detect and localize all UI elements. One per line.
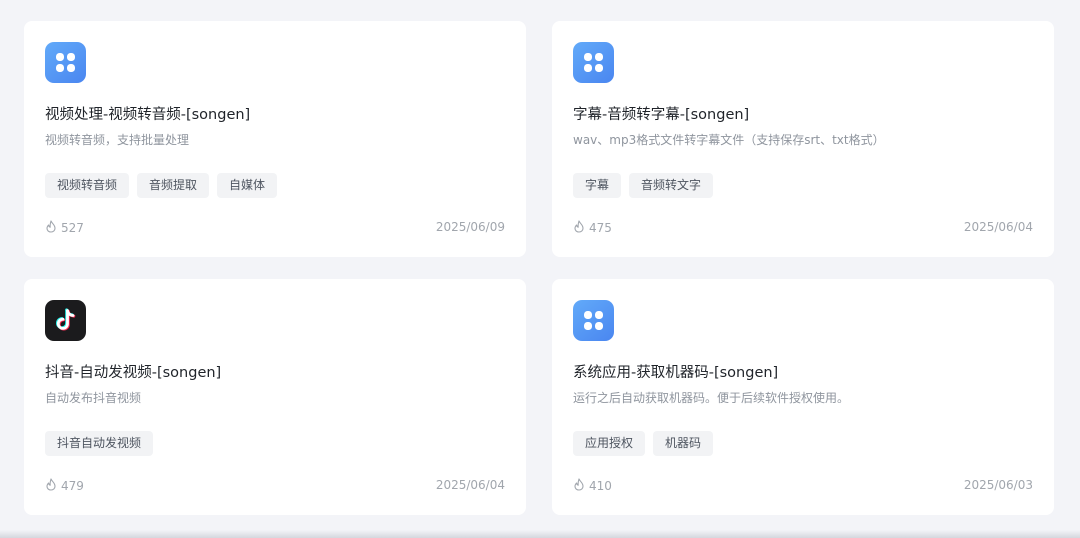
- publish-date: 2025/06/04: [963, 220, 1033, 234]
- scroll-shadow: [0, 530, 1080, 538]
- flame-icon: [45, 478, 57, 494]
- tag-list: 抖音自动发视频: [45, 431, 154, 456]
- app-description: wav、mp3格式文件转字幕文件（支持保存srt、txt格式）: [573, 133, 885, 147]
- tag-list: 视频转音频 音频提取 自媒体: [45, 173, 278, 198]
- tiktok-icon: [45, 300, 86, 341]
- publish-date: 2025/06/09: [435, 220, 505, 234]
- app-grid-icon: [573, 300, 614, 341]
- app-title[interactable]: 抖音-自动发视频-[songen]: [45, 361, 221, 382]
- tag-list: 应用授权 机器码: [573, 431, 714, 456]
- app-title[interactable]: 视频处理-视频转音频-[songen]: [45, 103, 250, 124]
- view-count: 410: [573, 478, 612, 494]
- tag[interactable]: 应用授权: [573, 431, 646, 456]
- app-grid-icon: [573, 42, 614, 83]
- app-card[interactable]: 视频处理-视频转音频-[songen] 视频转音频，支持批量处理 视频转音频 音…: [24, 21, 526, 257]
- app-grid-icon: [45, 42, 86, 83]
- publish-date: 2025/06/04: [435, 478, 505, 492]
- app-card[interactable]: 字幕-音频转字幕-[songen] wav、mp3格式文件转字幕文件（支持保存s…: [552, 21, 1054, 257]
- view-count: 475: [573, 220, 612, 236]
- app-card[interactable]: 系统应用-获取机器码-[songen] 运行之后自动获取机器码。便于后续软件授权…: [552, 279, 1054, 515]
- tag[interactable]: 字幕: [573, 173, 622, 198]
- publish-date: 2025/06/03: [963, 478, 1033, 492]
- app-description: 运行之后自动获取机器码。便于后续软件授权使用。: [573, 391, 850, 405]
- view-count: 479: [45, 478, 84, 494]
- app-card[interactable]: 抖音-自动发视频-[songen] 自动发布抖音视频 抖音自动发视频 479 2…: [24, 279, 526, 515]
- view-count-value: 410: [589, 479, 612, 493]
- app-description: 视频转音频，支持批量处理: [45, 133, 190, 147]
- flame-icon: [573, 478, 585, 494]
- view-count-value: 475: [589, 221, 612, 235]
- tag[interactable]: 音频转文字: [629, 173, 714, 198]
- tag[interactable]: 机器码: [653, 431, 714, 456]
- view-count-value: 479: [61, 479, 84, 493]
- app-title[interactable]: 字幕-音频转字幕-[songen]: [573, 103, 749, 124]
- tag-list: 字幕 音频转文字: [573, 173, 714, 198]
- app-title[interactable]: 系统应用-获取机器码-[songen]: [573, 361, 778, 382]
- app-description: 自动发布抖音视频: [45, 391, 142, 405]
- tag[interactable]: 自媒体: [217, 173, 278, 198]
- tag[interactable]: 抖音自动发视频: [45, 431, 154, 456]
- flame-icon: [573, 220, 585, 236]
- tag[interactable]: 视频转音频: [45, 173, 130, 198]
- view-count-value: 527: [61, 221, 84, 235]
- flame-icon: [45, 220, 57, 236]
- app-card-grid: 视频处理-视频转音频-[songen] 视频转音频，支持批量处理 视频转音频 音…: [0, 0, 1080, 538]
- tag[interactable]: 音频提取: [137, 173, 210, 198]
- view-count: 527: [45, 220, 84, 236]
